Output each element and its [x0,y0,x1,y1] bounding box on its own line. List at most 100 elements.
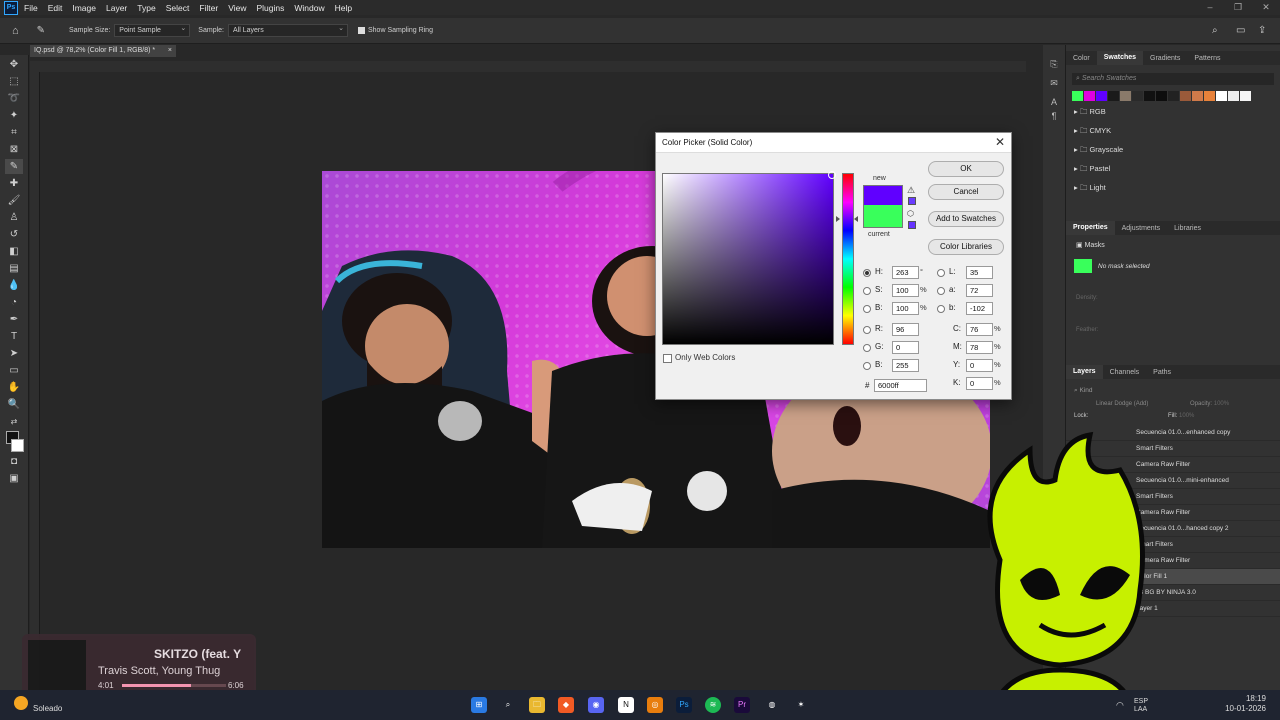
spotify-icon[interactable]: ≋ [705,697,721,713]
lasso-tool-icon[interactable]: ➰ [5,91,23,106]
hue-slider-handle-left[interactable] [836,216,840,222]
healing-brush-icon[interactable]: ✚ [5,176,23,191]
blue-field[interactable]: 255 [892,359,919,372]
hue-slider-handle-right[interactable] [854,216,858,222]
tab-color[interactable]: Color [1066,55,1097,62]
weather-icon[interactable] [14,696,28,710]
now-playing-widget[interactable]: SKITZO (feat. Y Travis Scott, Young Thug… [22,634,256,696]
add-to-swatches-button[interactable]: Add to Swatches [928,211,1004,227]
b-field[interactable]: 100 [892,302,919,315]
swap-colors-icon[interactable]: ⇄ [5,414,23,429]
search-icon[interactable]: ⌕ [500,697,516,713]
gradient-tool-icon[interactable]: ▤ [5,261,23,276]
menu-type[interactable]: Type [137,3,155,13]
file-explorer-icon[interactable]: 🗀 [529,697,545,713]
menu-layer[interactable]: Layer [106,3,127,13]
web-safe-icon[interactable]: ⬡ [907,209,914,218]
menu-edit[interactable]: Edit [48,3,63,13]
comments-icon[interactable]: ✉ [1043,78,1065,89]
progress-track[interactable] [122,684,226,687]
swatch[interactable] [1108,91,1119,101]
g-radio[interactable] [863,344,871,352]
fill-value[interactable]: 100% [1179,413,1194,419]
sample-size-dropdown[interactable]: Point Sample [114,23,191,37]
path-select-icon[interactable]: ➤ [5,346,23,361]
frame-tool-icon[interactable]: ⊠ [5,142,23,157]
color-libraries-button[interactable]: Color Libraries [928,239,1004,255]
a-radio[interactable] [937,287,945,295]
workspace-icon[interactable]: ▭ [1236,25,1245,36]
lab-b-field[interactable]: -102 [966,302,993,315]
swatch[interactable] [1168,91,1179,101]
close-icon[interactable]: ✕ [995,135,1005,149]
blender-icon[interactable]: ◎ [647,697,663,713]
b-radio[interactable] [863,305,871,313]
y-field[interactable]: 0 [966,359,993,372]
swatch[interactable] [1156,91,1167,101]
tab-properties[interactable]: Properties [1066,221,1115,235]
swatch[interactable] [1132,91,1143,101]
swatch[interactable] [1072,91,1083,101]
saturation-brightness-field[interactable] [662,171,836,345]
marquee-tool-icon[interactable]: ⬚ [5,74,23,89]
hue-slider[interactable] [842,173,854,345]
menu-plugins[interactable]: Plugins [256,3,284,13]
web-safe-color-swatch[interactable] [908,221,916,229]
share-icon[interactable]: ⇪ [1258,25,1266,36]
pen-tool-icon[interactable]: ✒ [5,312,23,327]
tab-paths[interactable]: Paths [1146,369,1178,376]
menu-image[interactable]: Image [72,3,96,13]
menu-help[interactable]: Help [335,3,352,13]
s-radio[interactable] [863,287,871,295]
menu-window[interactable]: Window [294,3,324,13]
blend-mode-dropdown[interactable]: Linear Dodge (Add) Opacity: 100% [1096,401,1280,407]
start-icon[interactable]: ⊞ [471,697,487,713]
document-tab[interactable]: IQ.psd @ 78,2% (Color Fill 1, RGB/8) * × [30,45,176,57]
paragraph-icon[interactable]: ¶ [1043,111,1065,121]
quick-mask-icon[interactable]: ◘ [5,454,23,469]
menu-file[interactable]: File [24,3,38,13]
shape-tool-icon[interactable]: ▭ [5,363,23,378]
ok-button[interactable]: OK [928,161,1004,177]
current-color-swatch[interactable] [863,205,903,228]
swatch-folder-rgb[interactable]: ▸ 🗀 RGB [1066,102,1280,121]
close-tab-icon[interactable]: × [168,45,172,57]
c-field[interactable]: 76 [966,323,993,336]
layer-filter-kind[interactable]: ⌕ Kind [1074,387,1280,395]
tab-gradients[interactable]: Gradients [1143,55,1187,62]
hand-tool-icon[interactable]: ✋ [5,380,23,395]
sampling-ring-checkbox[interactable] [357,27,365,34]
minimize-icon[interactable]: – [1196,0,1224,15]
tab-layers[interactable]: Layers [1066,365,1103,379]
swatch-folder-pastel[interactable]: ▸ 🗀 Pastel [1066,159,1280,178]
s-field[interactable]: 100 [892,284,919,297]
tab-swatches[interactable]: Swatches [1096,51,1144,65]
blue-radio[interactable] [863,362,871,370]
a-field[interactable]: 72 [966,284,993,297]
swatch[interactable] [1144,91,1155,101]
l-field[interactable]: 35 [966,266,993,279]
gamut-warning-icon[interactable]: ⚠ [907,185,915,196]
color-marker[interactable] [828,171,836,179]
only-web-colors-checkbox[interactable] [663,354,672,363]
discord-icon[interactable]: ◉ [588,697,604,713]
menu-filter[interactable]: Filter [199,3,218,13]
app-icon[interactable]: ✶ [793,697,809,713]
r-field[interactable]: 96 [892,323,919,336]
eyedropper-icon[interactable]: ✎ [5,159,23,174]
type-tool-icon[interactable]: T [5,329,23,344]
wifi-icon[interactable]: ◠ [1116,700,1124,711]
close-window-icon[interactable]: ✕ [1252,0,1280,15]
h-radio[interactable] [863,269,871,277]
k-field[interactable]: 0 [966,377,993,390]
swatch[interactable] [1240,91,1251,101]
menu-view[interactable]: View [228,3,246,13]
home-icon[interactable]: ⌂ [12,25,19,37]
character-icon[interactable]: A [1043,97,1065,107]
swatch[interactable] [1192,91,1203,101]
clock[interactable]: 18:19 10-01-2026 [1222,694,1266,714]
swatch[interactable] [1096,91,1107,101]
zoom-tool-icon[interactable]: 🔍 [5,397,23,412]
maximize-icon[interactable]: ❐ [1224,0,1252,15]
h-field[interactable]: 263 [892,266,919,279]
